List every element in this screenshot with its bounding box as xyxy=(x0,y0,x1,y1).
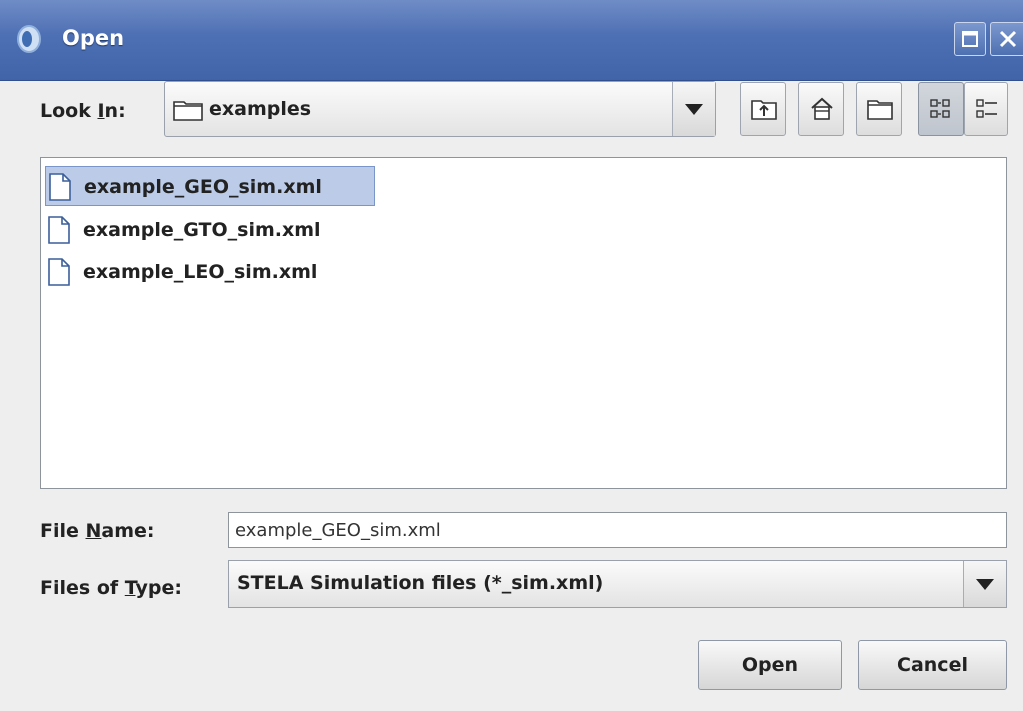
file-name: example_GEO_sim.xml xyxy=(84,176,322,198)
look-in-label: Look In: xyxy=(40,100,126,122)
folder-icon xyxy=(173,101,203,121)
look-in-dropdown-button[interactable] xyxy=(672,82,715,136)
title-bar: Open xyxy=(0,0,1023,81)
list-view-icon xyxy=(930,99,950,118)
window-title: Open xyxy=(62,26,125,50)
file-icon xyxy=(48,216,70,244)
file-name: example_LEO_sim.xml xyxy=(83,261,318,283)
cancel-button[interactable]: Cancel xyxy=(858,640,1007,690)
home-button[interactable] xyxy=(798,82,844,136)
up-one-level-button[interactable] xyxy=(740,82,786,136)
file-name-label: File Name: xyxy=(40,520,155,542)
details-view-icon xyxy=(976,99,997,118)
chevron-down-icon xyxy=(976,579,994,590)
new-folder-icon xyxy=(867,100,893,120)
close-icon xyxy=(999,30,1017,48)
file-name-input[interactable] xyxy=(228,512,1007,548)
list-view-button[interactable] xyxy=(918,82,964,136)
files-of-type-combo[interactable]: STELA Simulation files (*_sim.xml) xyxy=(228,560,1007,608)
file-item-geo[interactable]: example_GEO_sim.xml xyxy=(45,166,375,206)
look-in-combo[interactable]: examples xyxy=(164,81,716,137)
maximize-icon xyxy=(962,31,978,47)
up-one-level-icon xyxy=(751,100,777,120)
chevron-down-icon xyxy=(685,104,703,115)
file-item-leo[interactable]: example_LEO_sim.xml xyxy=(45,252,375,292)
files-of-type-dropdown-button[interactable] xyxy=(963,561,1006,607)
new-folder-button[interactable] xyxy=(856,82,902,136)
details-view-button[interactable] xyxy=(964,82,1008,136)
java-app-icon xyxy=(17,25,41,53)
file-item-gto[interactable]: example_GTO_sim.xml xyxy=(45,210,375,250)
maximize-button[interactable] xyxy=(954,22,986,56)
file-icon xyxy=(49,173,71,201)
open-button[interactable]: Open xyxy=(698,640,842,690)
file-name: example_GTO_sim.xml xyxy=(83,219,321,241)
close-button[interactable] xyxy=(990,22,1023,56)
file-list[interactable]: example_GEO_sim.xml example_GTO_sim.xml … xyxy=(40,157,1007,489)
home-icon xyxy=(811,97,833,120)
files-of-type-label: Files of Type: xyxy=(40,577,182,599)
files-of-type-value: STELA Simulation files (*_sim.xml) xyxy=(237,572,604,594)
look-in-value: examples xyxy=(209,98,312,120)
file-icon xyxy=(48,258,70,286)
